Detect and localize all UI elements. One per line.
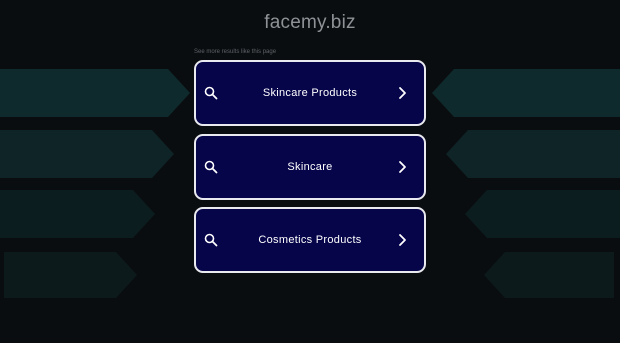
- decor-arrow-right-2: [446, 130, 620, 178]
- search-icon: [204, 160, 218, 174]
- decor-arrow-right-3: [465, 190, 620, 238]
- result-button-skincare[interactable]: Skincare: [194, 134, 426, 200]
- result-label: Skincare: [287, 161, 333, 173]
- chevron-right-icon: [399, 161, 406, 173]
- decor-arrow-left-4: [4, 252, 137, 298]
- more-results-hint[interactable]: See more results like this page: [194, 49, 276, 55]
- decor-arrow-right-1: [432, 69, 620, 117]
- result-label: Skincare Products: [262, 87, 358, 99]
- search-icon: [204, 233, 218, 247]
- chevron-right-icon: [399, 234, 406, 246]
- result-button-cosmetics-products[interactable]: Cosmetics Products: [194, 207, 426, 273]
- search-icon: [204, 86, 218, 100]
- result-button-skincare-products[interactable]: Skincare Products: [194, 60, 426, 126]
- decor-arrow-left-1: [0, 69, 190, 117]
- page: facemy.biz See more results like this pa…: [0, 0, 620, 343]
- site-title: facemy.biz: [264, 12, 356, 33]
- decor-arrow-left-3: [0, 190, 155, 238]
- decor-arrow-right-4: [484, 252, 614, 298]
- chevron-right-icon: [399, 87, 406, 99]
- decor-arrow-left-2: [0, 130, 174, 178]
- result-label: Cosmetics Products: [258, 234, 362, 246]
